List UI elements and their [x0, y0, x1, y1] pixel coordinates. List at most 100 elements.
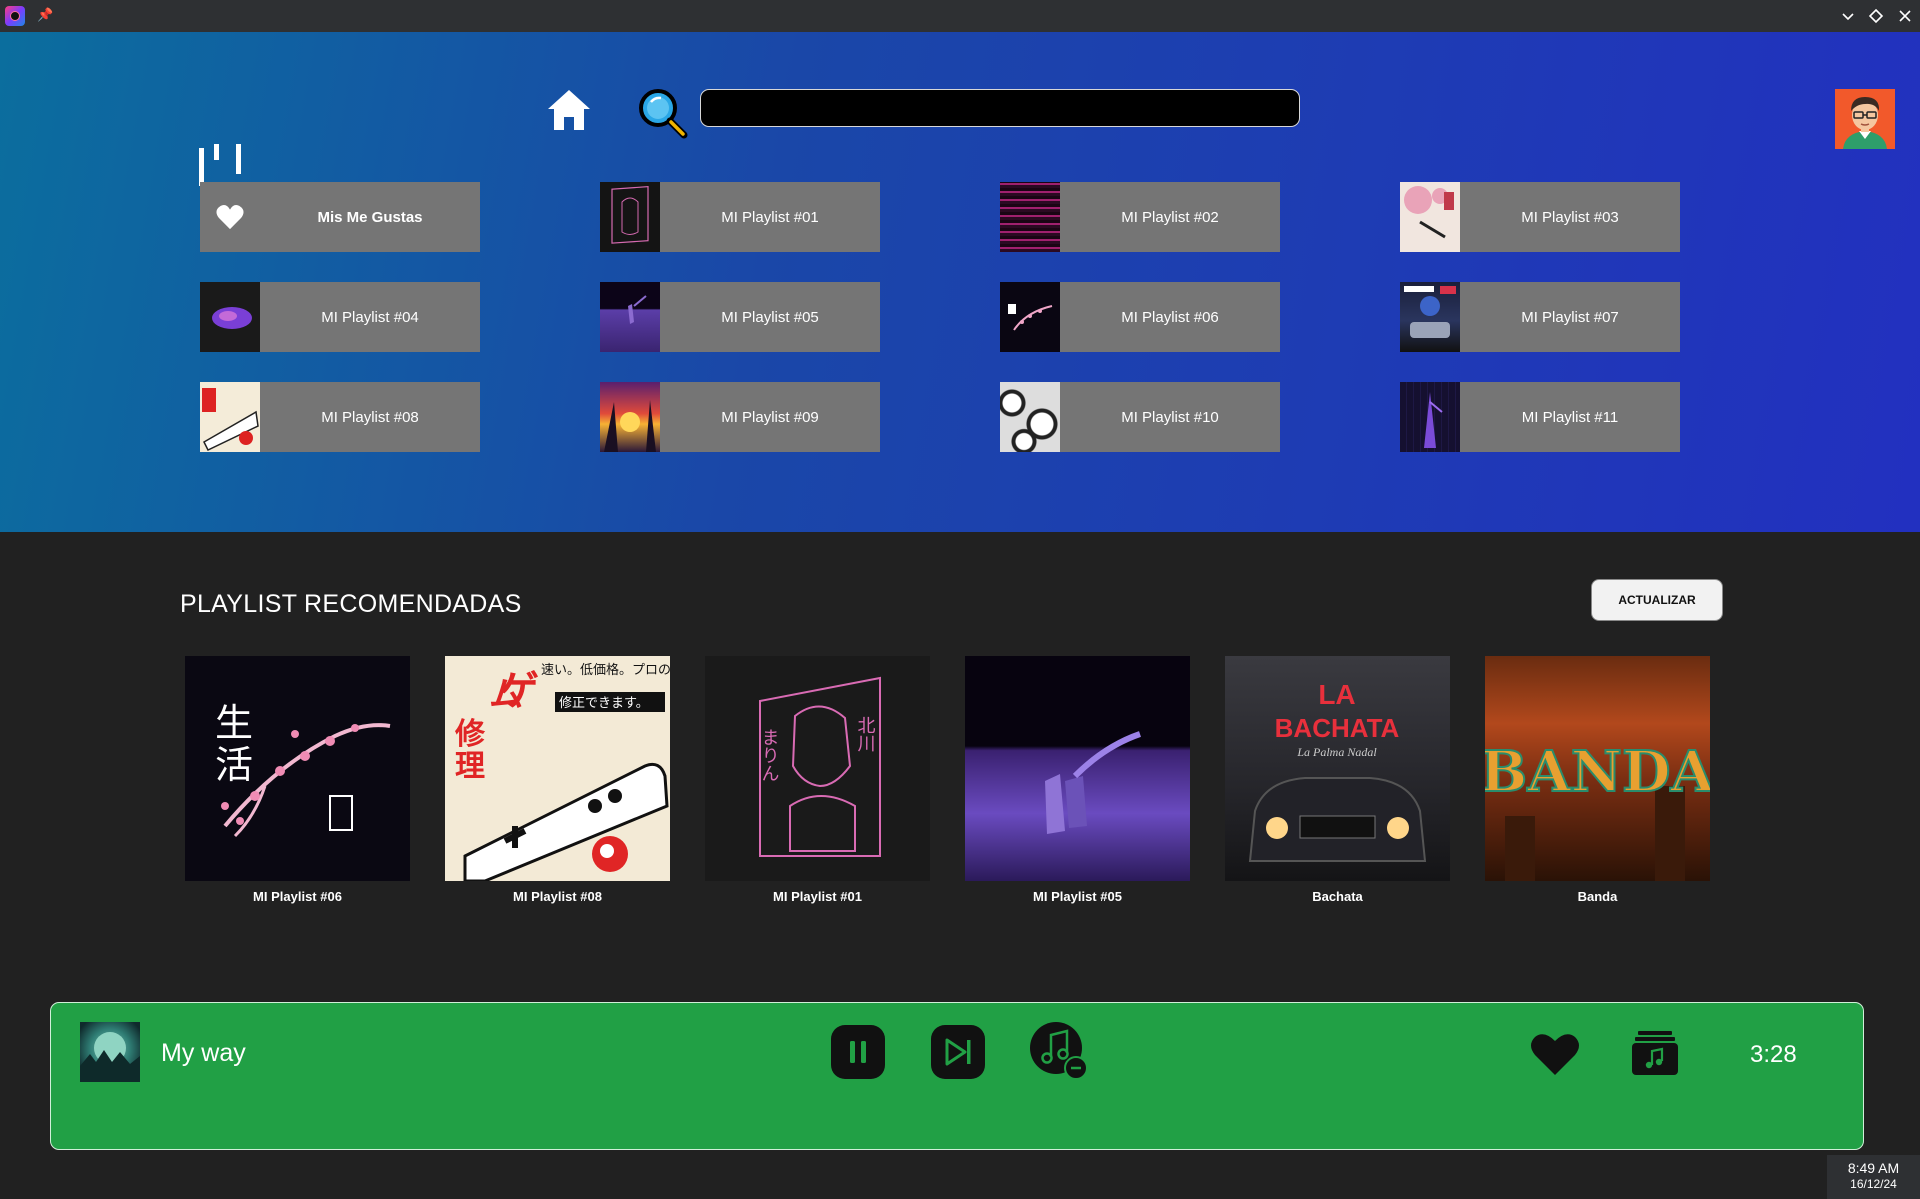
svg-text:北川: 北川 [855, 716, 876, 752]
playlist-cover [1400, 282, 1460, 352]
svg-text:まりん: まりん [759, 728, 780, 782]
card-label: MI Playlist #08 [513, 889, 602, 904]
svg-text:理: 理 [455, 749, 485, 784]
home-header: Mis Me Gustas MI Playlist #01 MI Playlis… [0, 32, 1920, 532]
refresh-button[interactable]: ACTUALIZAR [1591, 579, 1723, 621]
svg-text:修正できます。: 修正できます。 [559, 696, 649, 711]
playlist-label: MI Playlist #04 [321, 308, 419, 326]
playlist-cover [600, 182, 660, 252]
playlist-cover: ゲ ム 修 理 速い。低価格。プロの。 修正できます。 [445, 656, 670, 881]
card-label: MI Playlist #06 [253, 889, 342, 904]
card-label: MI Playlist #05 [1033, 889, 1122, 904]
playlist-label: MI Playlist #09 [721, 408, 819, 426]
playlist-cover: LA BACHATA La Palma Nadal [1225, 656, 1450, 881]
playlist-label: Mis Me Gustas [317, 208, 423, 226]
playlist-label: MI Playlist #05 [721, 308, 819, 326]
playlist-label: MI Playlist #02 [1121, 208, 1219, 226]
player-bar: My way 3:28 [50, 1002, 1864, 1150]
liked-songs-item[interactable]: Mis Me Gustas [200, 182, 480, 252]
heart-icon [200, 182, 260, 252]
now-playing-cover [80, 1022, 140, 1082]
svg-text:LA: LA [1318, 679, 1355, 710]
playlist-item-08[interactable]: MI Playlist #08 [200, 382, 480, 452]
playlist-label: MI Playlist #03 [1521, 208, 1619, 226]
svg-text:ム: ム [489, 675, 523, 715]
playlist-item-03[interactable]: MI Playlist #03 [1400, 182, 1680, 252]
svg-text:La Palma Nadal: La Palma Nadal [1296, 745, 1377, 759]
track-time: 3:28 [1750, 1041, 1797, 1068]
svg-text:BACHATA: BACHATA [1275, 713, 1400, 743]
card-label: Bachata [1312, 889, 1363, 904]
playlist-music-icon [1632, 1031, 1678, 1075]
playlist-cover [1000, 182, 1060, 252]
card-label: MI Playlist #01 [773, 889, 862, 904]
playlist-label: MI Playlist #10 [1121, 408, 1219, 426]
playlist-item-04[interactable]: MI Playlist #04 [200, 282, 480, 352]
playlist-item-09[interactable]: MI Playlist #09 [600, 382, 880, 452]
svg-text:BANDA: BANDA [1485, 739, 1710, 805]
minimize-icon[interactable] [1838, 6, 1858, 26]
music-note-remove-icon [1030, 1022, 1088, 1080]
playlist-cover [1400, 182, 1460, 252]
add-to-playlist-button[interactable] [1626, 1025, 1684, 1083]
playlist-cover [600, 282, 660, 352]
recommended-card[interactable]: まりん 北川 MI Playlist #01 [705, 656, 930, 904]
search-input[interactable] [700, 89, 1300, 127]
playlist-cover [1000, 382, 1060, 452]
search-button[interactable] [636, 86, 690, 140]
clock-time: 8:49 AM [1847, 1160, 1900, 1176]
svg-text:修: 修 [454, 717, 486, 752]
close-icon[interactable] [1895, 6, 1915, 26]
search-icon [639, 89, 688, 139]
playlist-item-02[interactable]: MI Playlist #02 [1000, 182, 1280, 252]
recommended-card[interactable]: LA BACHATA La Palma Nadal Bachata [1225, 656, 1450, 904]
playlist-item-10[interactable]: MI Playlist #10 [1000, 382, 1280, 452]
pause-button[interactable] [829, 1023, 887, 1081]
app-icon [5, 6, 25, 26]
playlist-cover: BANDA [1485, 656, 1710, 881]
playlist-label: MI Playlist #06 [1121, 308, 1219, 326]
playlist-cover [200, 382, 260, 452]
playlist-label: MI Playlist #07 [1521, 308, 1619, 326]
home-icon [548, 90, 590, 130]
playlist-label: MI Playlist #08 [321, 408, 419, 426]
playlist-cover: 生 活 [185, 656, 410, 881]
user-avatar[interactable] [1835, 89, 1895, 149]
recommended-card[interactable]: BANDA Banda [1485, 656, 1710, 904]
heart-icon [1531, 1034, 1579, 1075]
playlist-cover [1400, 382, 1460, 452]
now-playing-title: My way [161, 1039, 246, 1067]
svg-text:生: 生 [215, 701, 253, 745]
playlist-cover [965, 656, 1190, 881]
card-label: Banda [1577, 889, 1618, 904]
svg-text:活: 活 [215, 743, 253, 787]
playlist-cover [600, 382, 660, 452]
playlist-item-06[interactable]: MI Playlist #06 [1000, 282, 1280, 352]
playlist-label: MI Playlist #01 [721, 208, 819, 226]
playlist-item-05[interactable]: MI Playlist #05 [600, 282, 880, 352]
skip-next-icon [931, 1025, 985, 1079]
home-button[interactable] [546, 88, 592, 132]
recommended-card[interactable]: MI Playlist #05 [965, 656, 1190, 904]
remove-from-queue-button[interactable] [1029, 1021, 1088, 1080]
app-logo [198, 140, 244, 186]
pause-icon [831, 1025, 885, 1079]
playlist-cover: まりん 北川 [705, 656, 930, 881]
taskbar-clock: 8:49 AM 16/12/24 [1827, 1155, 1920, 1199]
playlist-cover [1000, 282, 1060, 352]
playlist-item-07[interactable]: MI Playlist #07 [1400, 282, 1680, 352]
svg-text:速い。低価格。プロの。: 速い。低価格。プロの。 [541, 662, 670, 678]
recommended-card[interactable]: 生 活 MI Playlist #06 [185, 656, 410, 904]
clock-date: 16/12/24 [1850, 1177, 1897, 1191]
like-button[interactable] [1526, 1025, 1584, 1083]
pin-icon[interactable]: 📌 [37, 8, 53, 22]
window-titlebar: 📌 [0, 0, 1920, 32]
next-button[interactable] [929, 1023, 987, 1081]
playlist-cover [200, 282, 260, 352]
playlist-item-11[interactable]: MI Playlist #11 [1400, 382, 1680, 452]
maximize-icon[interactable] [1866, 6, 1886, 26]
recommended-card[interactable]: ゲ ム 修 理 速い。低価格。プロの。 修正できます。 MI Playlist … [445, 656, 670, 904]
playlist-label: MI Playlist #11 [1521, 408, 1619, 426]
section-title: PLAYLIST RECOMENDADAS [180, 590, 522, 618]
playlist-item-01[interactable]: MI Playlist #01 [600, 182, 880, 252]
